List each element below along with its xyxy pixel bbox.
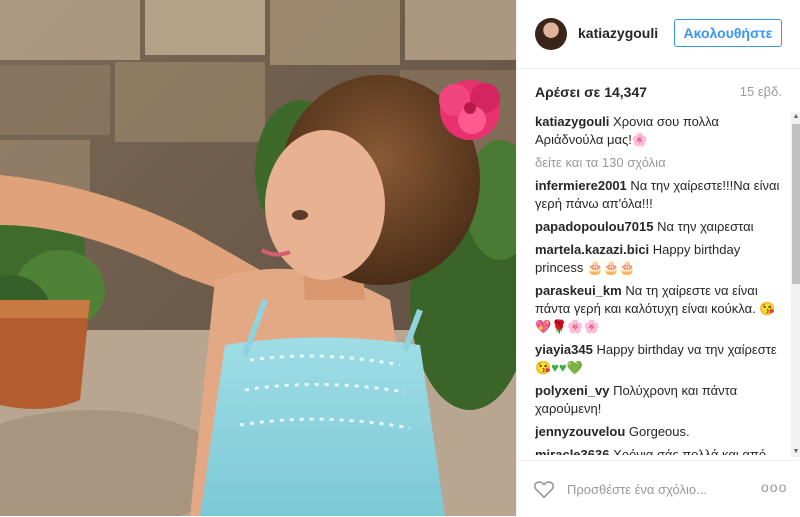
scroll-up-arrow-icon[interactable]: ▲ [791, 112, 800, 122]
comment-username[interactable]: papadopoulou7015 [535, 219, 653, 234]
comment-item: martela.kazazi.bici Happy birthday princ… [535, 241, 782, 277]
caption-username[interactable]: katiazygouli [535, 114, 609, 129]
comment-username[interactable]: paraskeui_km [535, 283, 622, 298]
comment-item: infermiere2001 Να την χαίρεστε!!!Να είνα… [535, 177, 782, 213]
comment-username[interactable]: miracle3636 [535, 447, 609, 455]
likes-count[interactable]: Αρέσει σε 14,347 [535, 84, 647, 100]
scroll-thumb[interactable] [792, 124, 800, 284]
comment-text: Gorgeous. [628, 424, 690, 439]
comment-text: Να την χαιρεσται [657, 219, 754, 234]
add-comment-input[interactable] [565, 475, 749, 503]
likes-row: Αρέσει σε 14,347 15 εβδ. [535, 82, 782, 102]
comment-item: paraskeui_km Να τη χαίρεστε να είναι πάν… [535, 282, 782, 336]
follow-button[interactable]: Ακολουθήστε [674, 19, 782, 47]
comment-list[interactable]: katiazygouli Χρονια σου πολλα Αριάδνούλα… [535, 113, 782, 455]
comment-username[interactable]: jennyzouvelou [535, 424, 625, 439]
comment-text: Happy birthday να την χαίρεστε [596, 342, 777, 357]
view-all-comments-link[interactable]: δείτε και τα 130 σχόλια [535, 154, 782, 172]
flower-emoji: 🌸 [631, 132, 649, 147]
comment-item: papadopoulou7015 Να την χαιρεσται [535, 218, 782, 236]
comment-emoji: 😘♥♥💚 [535, 360, 583, 375]
avatar[interactable] [535, 18, 567, 50]
comment-item: polyxeni_vy Πολύχρονη και πάντα χαρούμεν… [535, 382, 782, 418]
photo-image [0, 0, 516, 516]
comment-item: miracle3636 Χρόνια σάς πολλά και από την… [535, 446, 782, 455]
cake-emoji: 🎂🎂🎂 [587, 260, 636, 275]
username[interactable]: katiazygouli [578, 25, 658, 41]
comment-username[interactable]: yiayia345 [535, 342, 593, 357]
post-sidebar: katiazygouli Ακολουθήστε Αρέσει σε 14,34… [516, 0, 800, 516]
post-age[interactable]: 15 εβδ. [740, 84, 782, 99]
comment-item: jennyzouvelou Gorgeous. [535, 423, 782, 441]
post-photo[interactable] [0, 0, 516, 516]
comments-scrollbar[interactable]: ▲ ▼ [791, 112, 800, 457]
comment-item: yiayia345 Happy birthday να την χαίρεστε… [535, 341, 782, 377]
comment-username[interactable]: infermiere2001 [535, 178, 627, 193]
scroll-down-arrow-icon[interactable]: ▼ [791, 447, 800, 457]
comment-username[interactable]: polyxeni_vy [535, 383, 609, 398]
post-header: katiazygouli Ακολουθήστε [517, 0, 800, 69]
comment-username[interactable]: martela.kazazi.bici [535, 242, 649, 257]
heart-icon[interactable] [533, 478, 555, 500]
post-footer: ooo [517, 460, 800, 517]
more-options-icon[interactable]: ooo [761, 479, 787, 495]
caption: katiazygouli Χρονια σου πολλα Αριάδνούλα… [535, 113, 782, 149]
